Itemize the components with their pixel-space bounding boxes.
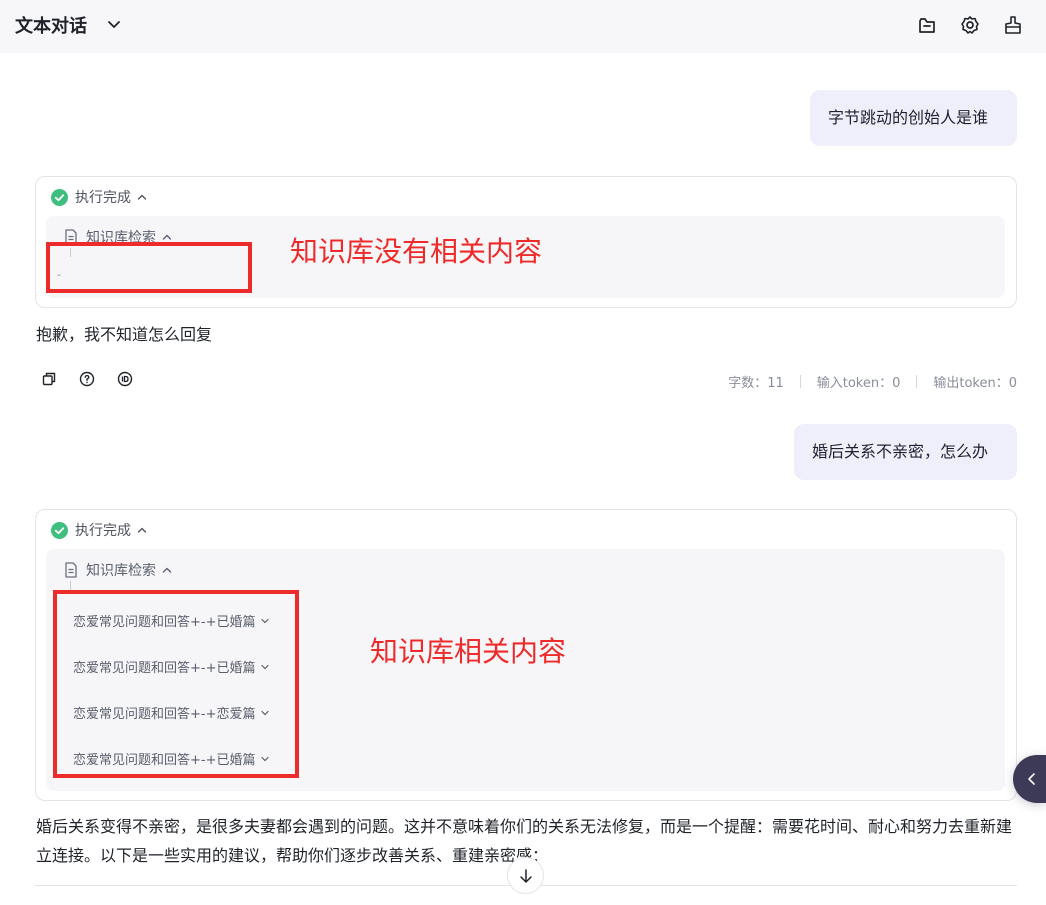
divider bbox=[799, 375, 801, 388]
divider bbox=[916, 375, 918, 388]
annotation-label: 知识库没有相关内容 bbox=[290, 235, 543, 268]
arrow-down-icon bbox=[519, 868, 532, 883]
execution-status[interactable]: 执行完成 bbox=[51, 187, 148, 207]
annotation-box bbox=[46, 242, 252, 293]
execution-status-label: 执行完成 bbox=[75, 190, 131, 206]
user-message: 字节跳动的创始人是谁 bbox=[810, 90, 1017, 146]
document-icon bbox=[65, 562, 77, 578]
chevron-down-icon[interactable] bbox=[104, 14, 124, 34]
char-count: 字数：11 bbox=[728, 376, 784, 391]
annotation-label: 知识库相关内容 bbox=[370, 635, 567, 668]
annotation-box bbox=[53, 590, 299, 778]
sidebar-toggle-button[interactable] bbox=[1013, 755, 1046, 803]
chevron-up-icon bbox=[162, 567, 172, 573]
gear-icon[interactable] bbox=[959, 14, 981, 36]
page-title: 文本对话 bbox=[15, 16, 87, 37]
output-token-count: 输出token：0 bbox=[933, 376, 1017, 391]
top-bar: 文本对话 bbox=[0, 0, 1046, 53]
check-circle-icon bbox=[51, 188, 68, 206]
chevron-left-icon bbox=[1028, 773, 1035, 785]
folder-icon[interactable] bbox=[916, 14, 938, 36]
input-token-count: 输入token：0 bbox=[816, 376, 901, 391]
assistant-message: 抱歉，我不知道怎么回复 bbox=[36, 325, 213, 344]
execution-status[interactable]: 执行完成 bbox=[51, 520, 148, 540]
message-stats: 字数：11 输入token：0 输出token：0 bbox=[728, 372, 1017, 391]
user-message: 婚后关系不亲密，怎么办 bbox=[794, 424, 1017, 480]
tree-connector bbox=[70, 581, 71, 590]
id-icon[interactable] bbox=[117, 371, 133, 387]
help-icon[interactable] bbox=[79, 371, 95, 387]
knowledge-base-label: 知识库检索 bbox=[86, 563, 156, 579]
chevron-up-icon bbox=[137, 194, 147, 200]
scroll-to-bottom-button[interactable] bbox=[507, 857, 544, 894]
knowledge-base-header[interactable]: 知识库检索 bbox=[64, 560, 173, 580]
clear-icon[interactable] bbox=[1002, 14, 1024, 36]
check-circle-icon bbox=[51, 521, 68, 539]
chevron-up-icon bbox=[137, 527, 147, 533]
copy-icon[interactable] bbox=[41, 371, 57, 387]
execution-status-label: 执行完成 bbox=[75, 523, 131, 539]
